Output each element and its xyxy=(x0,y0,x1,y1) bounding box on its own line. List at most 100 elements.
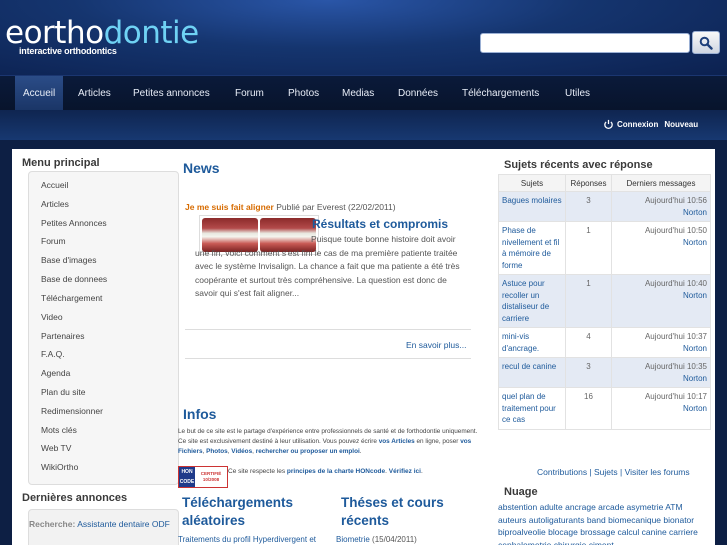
nav-item-telechargements[interactable]: Téléchargements xyxy=(454,76,547,111)
news-headline[interactable]: Résultats et compromis xyxy=(312,217,448,231)
register-link[interactable]: Nouveau xyxy=(664,120,698,129)
nav-item-medias[interactable]: Medias xyxy=(334,76,382,111)
download-link[interactable]: Traitements du profil Hyperdivergent et xyxy=(178,535,316,544)
topic-user[interactable]: Norton xyxy=(615,207,707,219)
menu-item-redimensionner[interactable]: Redimensionner xyxy=(41,406,103,416)
topic-replies: 1 xyxy=(565,221,612,275)
honcode-logo: HON CODE xyxy=(179,467,195,487)
col-header-sujets: Sujets xyxy=(498,174,566,192)
topic-user[interactable]: Norton xyxy=(615,403,707,415)
annonce-link[interactable]: Assistante dentaire ODF xyxy=(77,519,170,529)
menu-item-mots-cles[interactable]: Mots clés xyxy=(41,425,77,435)
site-logo[interactable]: eorthodontie xyxy=(5,15,200,51)
videos-link[interactable]: Vidéos xyxy=(231,448,252,455)
menu-item-partenaires[interactable]: Partenaires xyxy=(41,331,84,341)
nav-item-accueil[interactable]: Accueil xyxy=(15,76,64,111)
table-row: Astuce pour recoller un distaliseur de c… xyxy=(498,274,711,328)
news-item-header: Je me suis fait aligner Publié par Evere… xyxy=(185,202,396,212)
nav-item-forum[interactable]: Forum xyxy=(227,76,272,111)
downloads-title: Téléchargements aléatoires xyxy=(182,495,294,528)
menu-item-web-tv[interactable]: Web TV xyxy=(41,443,71,453)
honcode-badge[interactable]: HON CODE CERTIFIÉ 10/2008 xyxy=(178,466,228,488)
table-row: Bagues molaires 3 Aujourd'hui 10:56 Norto… xyxy=(498,191,711,222)
topic-user[interactable]: Norton xyxy=(615,373,707,385)
topic-user[interactable]: Norton xyxy=(615,343,707,355)
honcode-label: Ce site respecte les xyxy=(228,468,287,475)
topic-replies: 3 xyxy=(565,357,612,388)
theses-link[interactable]: Biometrie xyxy=(336,535,370,544)
topic-link[interactable]: recul de canine xyxy=(498,357,566,388)
col-header-derniers-messages: Derniers messages xyxy=(611,174,711,192)
topic-date: Aujourd'hui 10:35 xyxy=(644,362,707,371)
theses-item: Biometrie (15/04/2011) xyxy=(336,535,417,544)
search-icon xyxy=(699,36,713,50)
infos-text-part: . xyxy=(359,448,362,455)
topic-replies: 4 xyxy=(565,327,612,358)
main-nav: Accueil Articles Petites annonces Forum … xyxy=(0,75,727,111)
news-body: Puisque toute bonne histoire doit avoir … xyxy=(195,234,460,299)
topic-link[interactable]: Phase de nivellement et fil à mémoire de… xyxy=(498,221,566,275)
infos-text-part: en ligne, poser xyxy=(414,438,461,445)
nav-item-articles[interactable]: Articles xyxy=(70,76,119,111)
infos-text: Le but de ce site est le partage d'expér… xyxy=(178,427,482,457)
nav-item-photos[interactable]: Photos xyxy=(280,76,327,111)
table-row: Phase de nivellement et fil à mémoire de… xyxy=(498,221,711,275)
nav-item-donnees[interactable]: Données xyxy=(390,76,446,111)
menu-item-plan-du-site[interactable]: Plan du site xyxy=(41,387,85,397)
topic-date: Aujourd'hui 10:56 xyxy=(644,196,707,205)
forum-links[interactable]: Contributions | Sujets | Visiter les for… xyxy=(537,467,690,477)
menu-item-base-donnees[interactable]: Base de donnees xyxy=(41,274,107,284)
tag-cloud[interactable]: abstention adulte ancrage arcade asymetr… xyxy=(498,501,711,545)
topic-link[interactable]: mini-vis d'ancrage. xyxy=(498,327,566,358)
menu-item-articles[interactable]: Articles xyxy=(41,199,69,209)
honcode-verify-link[interactable]: Vérifiez ici xyxy=(389,468,421,475)
topic-date: Aujourd'hui 10:50 xyxy=(644,226,707,235)
login-link[interactable]: Connexion xyxy=(617,120,658,129)
menu-item-accueil[interactable]: Accueil xyxy=(41,180,68,190)
site-tagline: interactive orthodontics xyxy=(19,46,117,56)
menu-item-base-images[interactable]: Base d'images xyxy=(41,255,97,265)
topic-user[interactable]: Norton xyxy=(615,237,707,249)
annonce-label: Recherche: xyxy=(29,519,76,529)
col-header-reponses: Réponses xyxy=(565,174,612,192)
news-item-title[interactable]: Je me suis fait aligner xyxy=(185,202,274,212)
menu-item-video[interactable]: Video xyxy=(41,312,63,322)
table-row: recul de canine 3 Aujourd'hui 10:35 Norto… xyxy=(498,357,711,388)
menu-item-petites-annonces[interactable]: Petites Annonces xyxy=(41,218,107,228)
annonces-title: Dernières annonces xyxy=(22,492,128,504)
honcode-link[interactable]: principes de la charte HONcode xyxy=(287,468,385,475)
topic-link[interactable]: quel plan de traitement pour ce cas xyxy=(498,387,566,430)
topic-date: Aujourd'hui 10:37 xyxy=(644,332,707,341)
topic-date: Aujourd'hui 10:40 xyxy=(644,279,707,288)
nuage-title: Nuage xyxy=(504,486,538,498)
recent-topics-table: Sujets Réponses Derniers messages Bagues… xyxy=(498,174,711,430)
topic-link[interactable]: Bagues molaires xyxy=(498,191,566,222)
search-input[interactable] xyxy=(480,33,690,53)
menu-item-faq[interactable]: F.A.Q. xyxy=(41,349,65,359)
divider xyxy=(185,329,471,330)
table-row: quel plan de traitement pour ce cas 16 A… xyxy=(498,387,711,430)
topic-date: Aujourd'hui 10:17 xyxy=(644,392,707,401)
topic-replies: 3 xyxy=(565,191,612,222)
annonce-box: Recherche: Assistante dentaire ODF xyxy=(28,509,179,545)
nav-item-petites-annonces[interactable]: Petites annonces xyxy=(125,76,218,111)
logo-part2: dontie xyxy=(103,15,200,51)
search-button[interactable] xyxy=(692,31,720,54)
menu-item-telechargement[interactable]: Téléchargement xyxy=(41,293,102,303)
menu-title: Menu principal xyxy=(22,157,100,169)
menu-item-wikiortho[interactable]: WikiOrtho xyxy=(41,462,78,472)
menu-item-forum[interactable]: Forum xyxy=(41,236,66,246)
topic-user[interactable]: Norton xyxy=(615,290,707,302)
photos-link[interactable]: Photos xyxy=(206,448,228,455)
articles-link[interactable]: vos Articles xyxy=(379,438,415,445)
table-row: mini-vis d'ancrage. 4 Aujourd'hui 10:37 N… xyxy=(498,327,711,358)
site-header: eorthodontie interactive orthodontics xyxy=(0,0,727,75)
main-content: Menu principal Accueil Articles Petites … xyxy=(12,149,715,545)
power-icon xyxy=(604,119,613,130)
menu-item-agenda[interactable]: Agenda xyxy=(41,368,70,378)
read-more-link[interactable]: En savoir plus... xyxy=(406,340,466,350)
nav-item-utiles[interactable]: Utiles xyxy=(557,76,598,111)
topic-link[interactable]: Astuce pour recoller un distaliseur de c… xyxy=(498,274,566,328)
main-menu: Accueil Articles Petites Annonces Forum … xyxy=(28,171,179,485)
emploi-link[interactable]: rechercher ou proposer un emploi xyxy=(256,448,360,455)
